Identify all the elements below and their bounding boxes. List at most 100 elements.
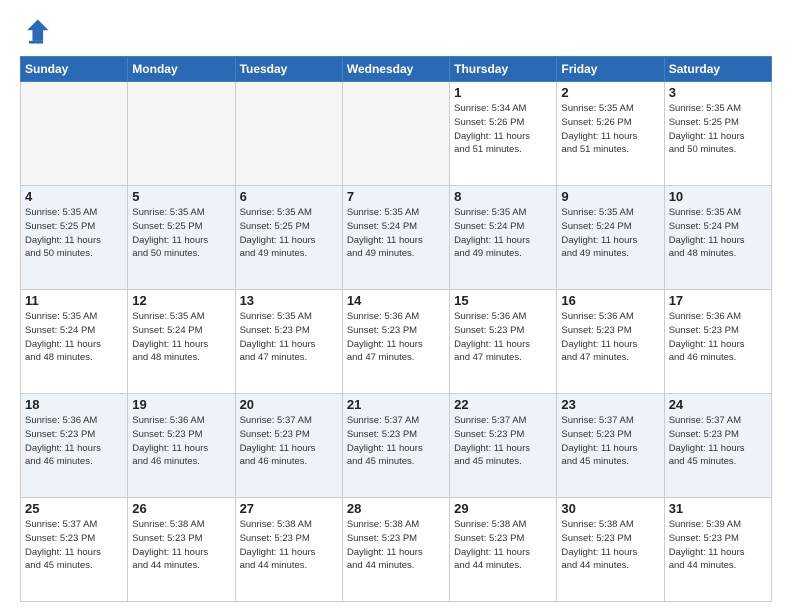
day-info: Sunrise: 5:35 AM Sunset: 5:23 PM Dayligh… (240, 310, 338, 365)
calendar-cell-2-1: 12 Sunrise: 5:35 AM Sunset: 5:24 PM Dayli… (128, 290, 235, 394)
day-number: 16 (561, 293, 659, 308)
day-info: Sunrise: 5:39 AM Sunset: 5:23 PM Dayligh… (669, 518, 767, 573)
day-info: Sunrise: 5:35 AM Sunset: 5:24 PM Dayligh… (669, 206, 767, 261)
day-info: Sunrise: 5:35 AM Sunset: 5:25 PM Dayligh… (669, 102, 767, 157)
calendar-cell-2-5: 16 Sunrise: 5:36 AM Sunset: 5:23 PM Dayli… (557, 290, 664, 394)
day-info: Sunrise: 5:35 AM Sunset: 5:24 PM Dayligh… (347, 206, 445, 261)
day-number: 7 (347, 189, 445, 204)
day-info: Sunrise: 5:35 AM Sunset: 5:24 PM Dayligh… (25, 310, 123, 365)
calendar-cell-0-4: 1 Sunrise: 5:34 AM Sunset: 5:26 PM Daylig… (450, 82, 557, 186)
calendar-row-4: 25 Sunrise: 5:37 AM Sunset: 5:23 PM Dayli… (21, 498, 772, 602)
calendar-cell-0-0 (21, 82, 128, 186)
day-number: 9 (561, 189, 659, 204)
calendar-cell-0-1 (128, 82, 235, 186)
day-number: 13 (240, 293, 338, 308)
calendar-cell-2-6: 17Sunrise: 5:36 AM Sunset: 5:23 PM Dayli… (664, 290, 771, 394)
day-info: Sunrise: 5:38 AM Sunset: 5:23 PM Dayligh… (454, 518, 552, 573)
calendar-cell-4-1: 26 Sunrise: 5:38 AM Sunset: 5:23 PM Dayli… (128, 498, 235, 602)
day-info: Sunrise: 5:36 AM Sunset: 5:23 PM Dayligh… (561, 310, 659, 365)
day-number: 19 (132, 397, 230, 412)
calendar-cell-0-2 (235, 82, 342, 186)
day-number: 14 (347, 293, 445, 308)
calendar-cell-0-6: 3 Sunrise: 5:35 AM Sunset: 5:25 PM Daylig… (664, 82, 771, 186)
day-number: 29 (454, 501, 552, 516)
weekday-header-saturday: Saturday (664, 57, 771, 82)
day-number: 11 (25, 293, 123, 308)
calendar-cell-3-4: 22 Sunrise: 5:37 AM Sunset: 5:23 PM Dayli… (450, 394, 557, 498)
calendar-cell-1-4: 8Sunrise: 5:35 AM Sunset: 5:24 PM Daylig… (450, 186, 557, 290)
day-number: 4 (25, 189, 123, 204)
weekday-header-tuesday: Tuesday (235, 57, 342, 82)
day-number: 28 (347, 501, 445, 516)
calendar-header-row: SundayMondayTuesdayWednesdayThursdayFrid… (21, 57, 772, 82)
calendar-cell-1-1: 5 Sunrise: 5:35 AM Sunset: 5:25 PM Daylig… (128, 186, 235, 290)
day-number: 25 (25, 501, 123, 516)
calendar-row-1: 4 Sunrise: 5:35 AM Sunset: 5:25 PM Daylig… (21, 186, 772, 290)
day-number: 23 (561, 397, 659, 412)
logo (20, 16, 56, 48)
calendar-cell-4-2: 27Sunrise: 5:38 AM Sunset: 5:23 PM Dayli… (235, 498, 342, 602)
day-info: Sunrise: 5:36 AM Sunset: 5:23 PM Dayligh… (669, 310, 767, 365)
calendar-row-3: 18 Sunrise: 5:36 AM Sunset: 5:23 PM Dayli… (21, 394, 772, 498)
day-info: Sunrise: 5:37 AM Sunset: 5:23 PM Dayligh… (25, 518, 123, 573)
day-number: 12 (132, 293, 230, 308)
day-number: 8 (454, 189, 552, 204)
page: SundayMondayTuesdayWednesdayThursdayFrid… (0, 0, 792, 612)
day-info: Sunrise: 5:38 AM Sunset: 5:23 PM Dayligh… (240, 518, 338, 573)
day-info: Sunrise: 5:38 AM Sunset: 5:23 PM Dayligh… (347, 518, 445, 573)
day-info: Sunrise: 5:36 AM Sunset: 5:23 PM Dayligh… (25, 414, 123, 469)
day-info: Sunrise: 5:34 AM Sunset: 5:26 PM Dayligh… (454, 102, 552, 157)
day-info: Sunrise: 5:35 AM Sunset: 5:25 PM Dayligh… (240, 206, 338, 261)
weekday-header-sunday: Sunday (21, 57, 128, 82)
calendar-table: SundayMondayTuesdayWednesdayThursdayFrid… (20, 56, 772, 602)
day-info: Sunrise: 5:35 AM Sunset: 5:24 PM Dayligh… (561, 206, 659, 261)
day-number: 6 (240, 189, 338, 204)
calendar-cell-1-0: 4Sunrise: 5:35 AM Sunset: 5:25 PM Daylig… (21, 186, 128, 290)
calendar-cell-4-0: 25 Sunrise: 5:37 AM Sunset: 5:23 PM Dayli… (21, 498, 128, 602)
day-info: Sunrise: 5:35 AM Sunset: 5:25 PM Dayligh… (132, 206, 230, 261)
day-number: 24 (669, 397, 767, 412)
logo-icon (20, 16, 52, 48)
calendar-cell-3-1: 19Sunrise: 5:36 AM Sunset: 5:23 PM Dayli… (128, 394, 235, 498)
day-number: 3 (669, 85, 767, 100)
day-info: Sunrise: 5:37 AM Sunset: 5:23 PM Dayligh… (454, 414, 552, 469)
day-info: Sunrise: 5:35 AM Sunset: 5:26 PM Dayligh… (561, 102, 659, 157)
calendar-cell-3-0: 18 Sunrise: 5:36 AM Sunset: 5:23 PM Dayli… (21, 394, 128, 498)
day-info: Sunrise: 5:35 AM Sunset: 5:24 PM Dayligh… (132, 310, 230, 365)
weekday-header-monday: Monday (128, 57, 235, 82)
calendar-cell-0-5: 2 Sunrise: 5:35 AM Sunset: 5:26 PM Daylig… (557, 82, 664, 186)
day-info: Sunrise: 5:36 AM Sunset: 5:23 PM Dayligh… (347, 310, 445, 365)
calendar-cell-4-4: 29 Sunrise: 5:38 AM Sunset: 5:23 PM Dayli… (450, 498, 557, 602)
day-number: 2 (561, 85, 659, 100)
calendar-cell-2-0: 11 Sunrise: 5:35 AM Sunset: 5:24 PM Dayli… (21, 290, 128, 394)
calendar-cell-3-2: 20Sunrise: 5:37 AM Sunset: 5:23 PM Dayli… (235, 394, 342, 498)
calendar-cell-1-3: 7 Sunrise: 5:35 AM Sunset: 5:24 PM Daylig… (342, 186, 449, 290)
day-number: 5 (132, 189, 230, 204)
day-number: 31 (669, 501, 767, 516)
day-info: Sunrise: 5:37 AM Sunset: 5:23 PM Dayligh… (669, 414, 767, 469)
day-info: Sunrise: 5:38 AM Sunset: 5:23 PM Dayligh… (132, 518, 230, 573)
calendar-cell-2-4: 15Sunrise: 5:36 AM Sunset: 5:23 PM Dayli… (450, 290, 557, 394)
day-info: Sunrise: 5:37 AM Sunset: 5:23 PM Dayligh… (240, 414, 338, 469)
calendar-cell-1-5: 9 Sunrise: 5:35 AM Sunset: 5:24 PM Daylig… (557, 186, 664, 290)
day-number: 18 (25, 397, 123, 412)
calendar-cell-1-2: 6 Sunrise: 5:35 AM Sunset: 5:25 PM Daylig… (235, 186, 342, 290)
calendar-cell-4-6: 31 Sunrise: 5:39 AM Sunset: 5:23 PM Dayli… (664, 498, 771, 602)
day-number: 1 (454, 85, 552, 100)
day-info: Sunrise: 5:37 AM Sunset: 5:23 PM Dayligh… (561, 414, 659, 469)
weekday-header-wednesday: Wednesday (342, 57, 449, 82)
weekday-header-thursday: Thursday (450, 57, 557, 82)
day-number: 26 (132, 501, 230, 516)
calendar-cell-0-3 (342, 82, 449, 186)
day-number: 10 (669, 189, 767, 204)
calendar-row-2: 11 Sunrise: 5:35 AM Sunset: 5:24 PM Dayli… (21, 290, 772, 394)
calendar-cell-2-2: 13 Sunrise: 5:35 AM Sunset: 5:23 PM Dayli… (235, 290, 342, 394)
calendar-row-0: 1 Sunrise: 5:34 AM Sunset: 5:26 PM Daylig… (21, 82, 772, 186)
calendar-cell-4-5: 30Sunrise: 5:38 AM Sunset: 5:23 PM Dayli… (557, 498, 664, 602)
day-info: Sunrise: 5:38 AM Sunset: 5:23 PM Dayligh… (561, 518, 659, 573)
day-number: 22 (454, 397, 552, 412)
calendar-cell-2-3: 14 Sunrise: 5:36 AM Sunset: 5:23 PM Dayli… (342, 290, 449, 394)
header (20, 16, 772, 48)
day-info: Sunrise: 5:36 AM Sunset: 5:23 PM Dayligh… (454, 310, 552, 365)
calendar-cell-1-6: 10 Sunrise: 5:35 AM Sunset: 5:24 PM Dayli… (664, 186, 771, 290)
